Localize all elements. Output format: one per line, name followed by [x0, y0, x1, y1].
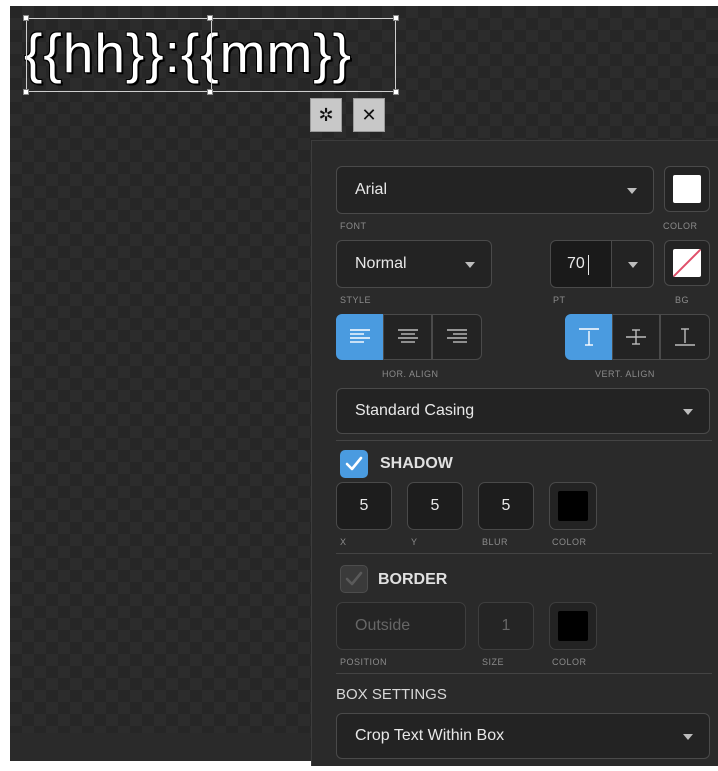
pt-dropdown-button[interactable]: [611, 240, 654, 288]
shadow-color-picker[interactable]: [549, 482, 597, 530]
casing-select-value: Standard Casing: [355, 402, 475, 419]
no-color-icon: [673, 249, 701, 277]
shadow-y-label: Y: [411, 537, 418, 547]
shadow-title: SHADOW: [380, 455, 453, 472]
pt-input[interactable]: 70: [550, 240, 612, 288]
resize-handle-bottom-right[interactable]: [393, 89, 399, 95]
bg-color-picker[interactable]: [664, 240, 710, 286]
border-position-label: POSITION: [340, 657, 388, 667]
font-select-value: Arial: [355, 181, 388, 198]
align-center-icon: [397, 329, 418, 343]
shadow-color-label: COLOR: [552, 537, 587, 547]
align-left-button[interactable]: [336, 314, 383, 360]
chevron-down-icon: [683, 409, 693, 415]
box-settings-title: BOX SETTINGS: [336, 686, 447, 703]
canvas-footer: [10, 733, 310, 761]
border-position-select[interactable]: Outside: [336, 602, 466, 650]
shadow-x-label: X: [340, 537, 347, 547]
shadow-x-input[interactable]: 5: [336, 482, 392, 530]
chevron-down-icon: [465, 262, 475, 268]
valign-bottom-button[interactable]: [660, 314, 710, 360]
shadow-color-swatch: [558, 491, 588, 521]
border-position-value: Outside: [355, 617, 411, 634]
chevron-down-icon: [627, 188, 637, 194]
border-size-input[interactable]: 1: [478, 602, 534, 650]
vert-align-label: VERT. ALIGN: [595, 369, 655, 379]
valign-middle-icon: [626, 329, 646, 345]
text-cursor: [588, 255, 589, 275]
shadow-y-input[interactable]: 5: [407, 482, 463, 530]
resize-handle-bottom[interactable]: [207, 89, 213, 95]
valign-top-button[interactable]: [565, 314, 612, 360]
divider: [336, 673, 712, 674]
selection-center-line: [211, 19, 212, 91]
resize-handle-top-left[interactable]: [23, 15, 29, 21]
close-icon: ✕: [361, 104, 377, 125]
shadow-checkbox[interactable]: [340, 450, 368, 478]
align-right-button[interactable]: [432, 314, 482, 360]
border-checkbox[interactable]: [340, 565, 368, 593]
close-button[interactable]: ✕: [353, 98, 385, 132]
resize-handle-top[interactable]: [207, 15, 213, 21]
style-select[interactable]: Normal: [336, 240, 492, 288]
border-size-label: SIZE: [482, 657, 505, 667]
valign-middle-button[interactable]: [612, 314, 660, 360]
color-label: COLOR: [663, 221, 698, 231]
pt-label: PT: [553, 295, 566, 305]
font-color-picker[interactable]: [664, 166, 710, 212]
border-color-label: COLOR: [552, 657, 587, 667]
align-center-button[interactable]: [383, 314, 432, 360]
pt-input-value: 70: [567, 255, 585, 272]
shadow-blur-label: BLUR: [482, 537, 509, 547]
border-title: BORDER: [378, 571, 448, 588]
casing-select[interactable]: Standard Casing: [336, 388, 710, 434]
style-label: STYLE: [340, 295, 372, 305]
resize-handle-top-right[interactable]: [393, 15, 399, 21]
chevron-down-icon: [683, 734, 693, 740]
align-right-icon: [447, 329, 467, 343]
divider: [336, 553, 712, 554]
gear-icon: ✲: [318, 104, 334, 125]
checkmark-icon: [345, 456, 363, 471]
font-select[interactable]: Arial: [336, 166, 654, 214]
valign-top-icon: [578, 328, 599, 346]
border-color-picker[interactable]: [549, 602, 597, 650]
checkmark-icon: [345, 571, 363, 586]
font-label: FONT: [340, 221, 367, 231]
border-color-swatch: [558, 611, 588, 641]
box-settings-value: Crop Text Within Box: [355, 727, 505, 744]
divider: [336, 440, 712, 441]
box-settings-select[interactable]: Crop Text Within Box: [336, 713, 710, 759]
bg-label: BG: [675, 295, 690, 305]
valign-bottom-icon: [675, 328, 695, 346]
hor-align-label: HOR. ALIGN: [382, 369, 439, 379]
chevron-down-icon: [628, 262, 638, 268]
resize-handle-bottom-left[interactable]: [23, 89, 29, 95]
align-left-icon: [349, 329, 370, 343]
text-selection-box[interactable]: [26, 18, 396, 92]
font-color-swatch: [673, 175, 701, 203]
style-select-value: Normal: [355, 255, 407, 272]
shadow-blur-input[interactable]: 5: [478, 482, 534, 530]
settings-button[interactable]: ✲: [310, 98, 342, 132]
